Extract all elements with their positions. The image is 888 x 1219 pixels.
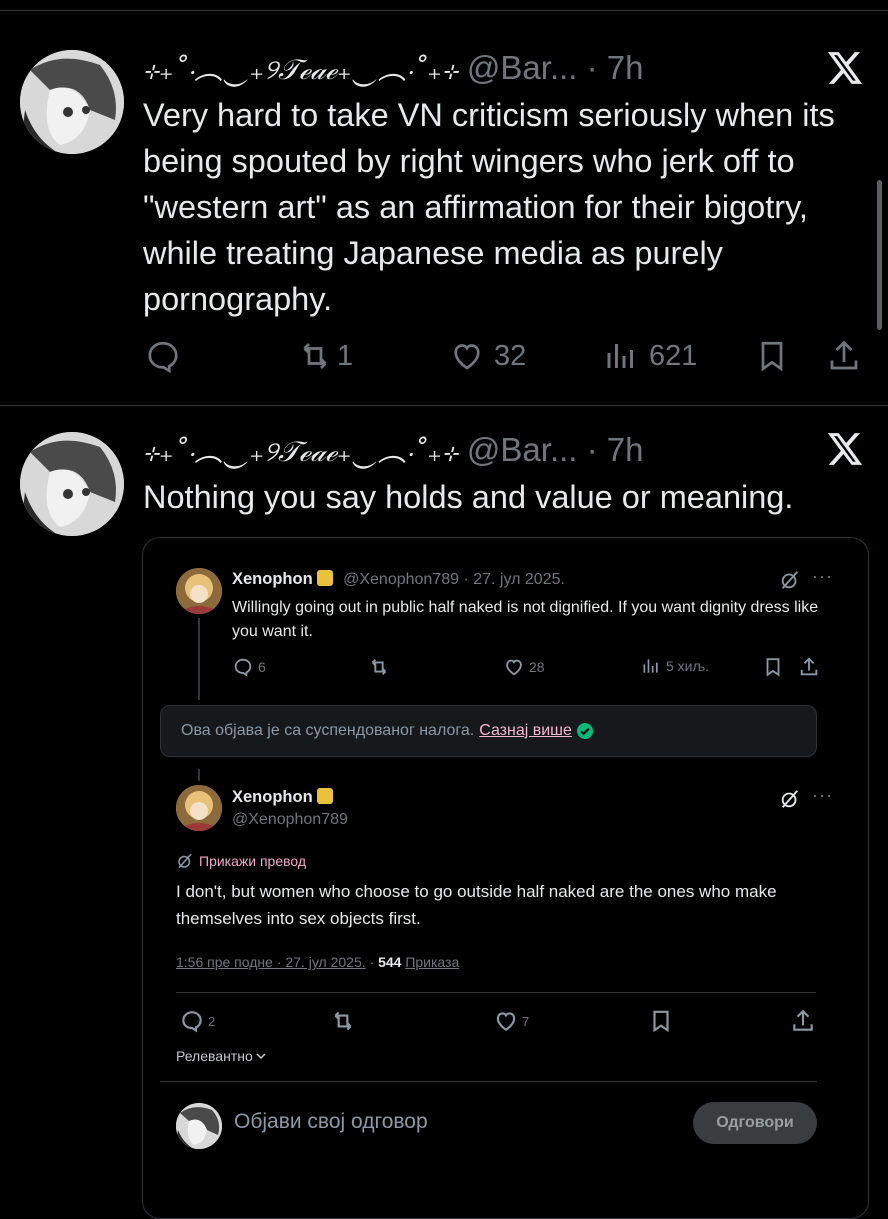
retweet-icon[interactable]	[368, 656, 390, 678]
share-icon	[830, 340, 858, 370]
avatar[interactable]	[20, 432, 124, 536]
handle-date[interactable]: @Xenophon789 · 27. јул 2025.	[343, 571, 565, 588]
post-text: Willingly going out in public half naked…	[232, 599, 819, 640]
divider	[160, 1081, 817, 1082]
avatar[interactable]	[176, 785, 222, 831]
retweet-icon[interactable]	[330, 1008, 356, 1034]
avatar[interactable]	[176, 1103, 222, 1149]
verified-badge-icon	[316, 788, 333, 804]
timestamp[interactable]: 1:56 пре подне · 27. јул 2025.	[176, 954, 366, 970]
bookmark-icon[interactable]	[648, 1008, 674, 1034]
post-header: Xenophon	[232, 788, 333, 807]
retweet-button[interactable]: 1	[297, 338, 353, 374]
tweet-header: ⊹₊˚‧︵‿₊୨𝒯ℯ𝒶ℯ₊‿︵‧˚₊⊹ @Bar... · 7h	[143, 48, 643, 88]
more-options-icon[interactable]: ···	[812, 566, 833, 587]
avatar-illustration-icon	[176, 785, 222, 831]
retweet-count: 1	[337, 339, 354, 372]
embedded-screenshot[interactable]: Xenophon @Xenophon789 · 27. јул 2025. ··…	[142, 537, 869, 1219]
reply-count: 6	[258, 659, 266, 675]
post-header: Xenophon @Xenophon789 · 27. јул 2025.	[232, 570, 565, 589]
like-count: 28	[529, 659, 545, 675]
avatar-illustration-icon	[20, 432, 124, 536]
reply-icon	[148, 341, 178, 374]
heart-icon	[496, 1012, 516, 1031]
display-name[interactable]: ⊹₊˚‧︵‿₊୨𝒯ℯ𝒶ℯ₊‿︵‧˚₊⊹	[143, 53, 458, 86]
author-name[interactable]: Xenophon	[232, 570, 313, 588]
chevron-down-icon	[256, 1053, 266, 1060]
reply-icon	[234, 658, 252, 677]
views-button[interactable]: 5 хиљ.	[641, 656, 709, 676]
sort-label: Релевантно	[176, 1048, 253, 1064]
tweet-divider	[0, 405, 888, 406]
handle-time[interactable]: @Bar... · 7h	[467, 49, 644, 86]
avatar-illustration-icon	[20, 50, 124, 154]
divider	[176, 992, 816, 993]
tweet-header: ⊹₊˚‧︵‿₊୨𝒯ℯ𝒶ℯ₊‿︵‧˚₊⊹ @Bar... · 7h	[143, 430, 643, 470]
bookmark-icon[interactable]	[762, 656, 784, 678]
share-button[interactable]	[826, 338, 862, 374]
views-count: 5 хиљ.	[666, 658, 710, 674]
reply-input[interactable]: Објави свој одговор	[234, 1110, 428, 1134]
learn-more-link[interactable]: Сазнај више	[479, 722, 572, 740]
share-icon[interactable]	[798, 656, 820, 678]
thread-line	[198, 618, 200, 700]
like-button[interactable]: 7	[493, 1008, 529, 1034]
bookmark-icon	[761, 341, 783, 372]
like-button[interactable]: 28	[503, 656, 545, 678]
views-chart-icon	[607, 344, 633, 368]
sort-dropdown[interactable]: Релевантно	[176, 1048, 267, 1064]
reply-button[interactable]: 6	[232, 656, 266, 678]
tweet-text: Nothing you say holds and value or meani…	[143, 479, 794, 515]
views-button[interactable]: 621	[603, 338, 697, 374]
post-text: I don't, but women who choose to go outs…	[176, 882, 777, 928]
like-count: 32	[494, 339, 527, 372]
avatar-illustration-icon	[176, 568, 222, 614]
share-icon[interactable]	[790, 1008, 816, 1034]
heart-icon	[506, 659, 522, 676]
heart-icon	[454, 344, 480, 370]
like-count: 7	[522, 1013, 530, 1029]
avatar[interactable]	[176, 568, 222, 614]
reply-submit-button[interactable]: Одговори	[693, 1102, 817, 1144]
scrollbar[interactable]	[877, 180, 882, 330]
views-count: 621	[649, 339, 698, 372]
handle-time[interactable]: @Bar... · 7h	[467, 431, 644, 468]
reply-count: 2	[208, 1013, 216, 1029]
bookmark-button[interactable]	[754, 338, 790, 374]
verified-badge-icon	[316, 570, 333, 586]
notice-text: Ова објава је са суспендованог налога.	[181, 722, 475, 739]
post-meta: 1:56 пре подне · 27. јул 2025. · 544 При…	[176, 954, 460, 970]
translate-label: Прикажи превод	[199, 853, 307, 869]
thread-line	[198, 769, 200, 781]
more-options-icon[interactable]: ···	[812, 785, 833, 806]
suspended-notice: Ова објава је са суспендованог налога. С…	[160, 705, 817, 757]
avatar-illustration-icon	[176, 1103, 222, 1149]
views-count: 544	[378, 954, 402, 970]
reply-button[interactable]	[145, 338, 181, 374]
views-label: Приказа	[405, 954, 460, 970]
x-logo-icon	[827, 52, 863, 84]
top-divider	[0, 10, 888, 11]
like-button[interactable]: 32	[448, 338, 526, 374]
reply-icon	[182, 1011, 202, 1033]
author-name[interactable]: Xenophon	[232, 788, 313, 806]
reply-button[interactable]: 2	[179, 1008, 215, 1034]
retweet-icon	[303, 343, 327, 369]
avatar[interactable]	[20, 50, 124, 154]
translate-icon	[178, 853, 192, 869]
x-logo-icon	[827, 433, 863, 465]
grok-icon[interactable]	[779, 788, 801, 810]
tweet-text: Very hard to take VN criticism seriously…	[143, 97, 835, 317]
display-name[interactable]: ⊹₊˚‧︵‿₊୨𝒯ℯ𝒶ℯ₊‿︵‧˚₊⊹	[143, 435, 458, 468]
views-chart-icon	[643, 659, 658, 673]
author-handle[interactable]: @Xenophon789	[232, 811, 348, 829]
check-circle-icon	[576, 723, 593, 739]
grok-icon[interactable]	[779, 569, 801, 591]
show-translation-link[interactable]: Прикажи превод	[176, 852, 306, 870]
